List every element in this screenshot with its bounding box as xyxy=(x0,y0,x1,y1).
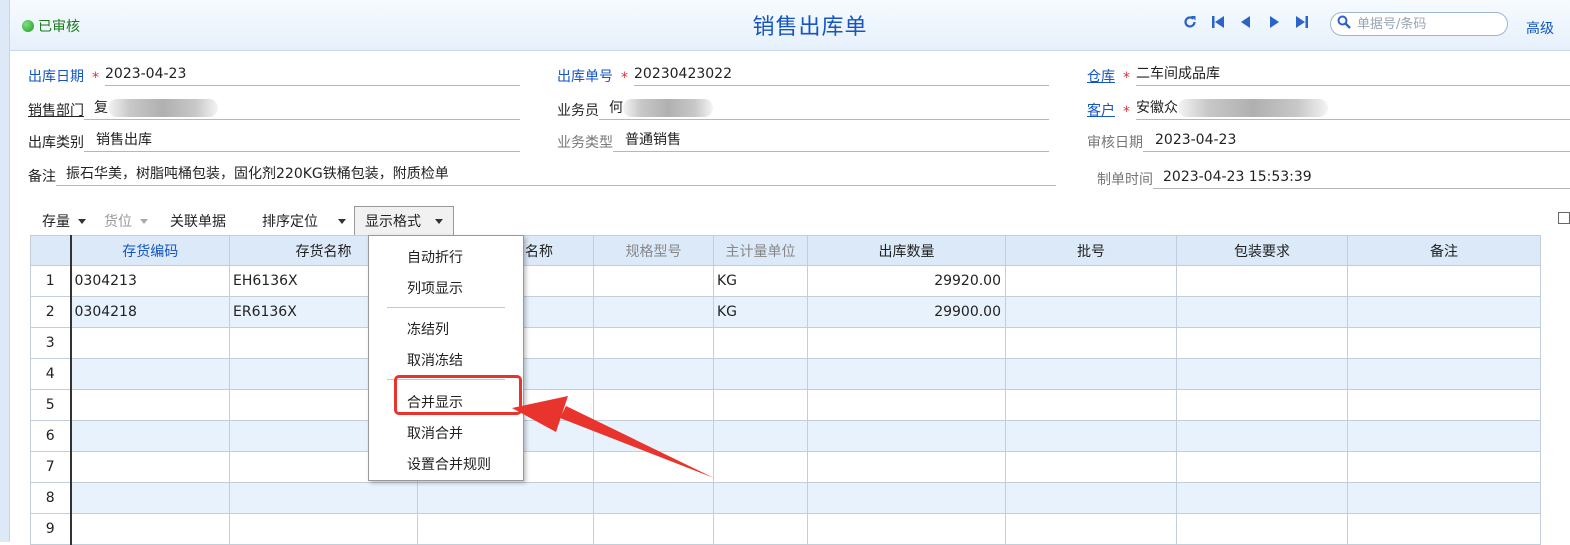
annotation-arrow xyxy=(512,396,714,478)
